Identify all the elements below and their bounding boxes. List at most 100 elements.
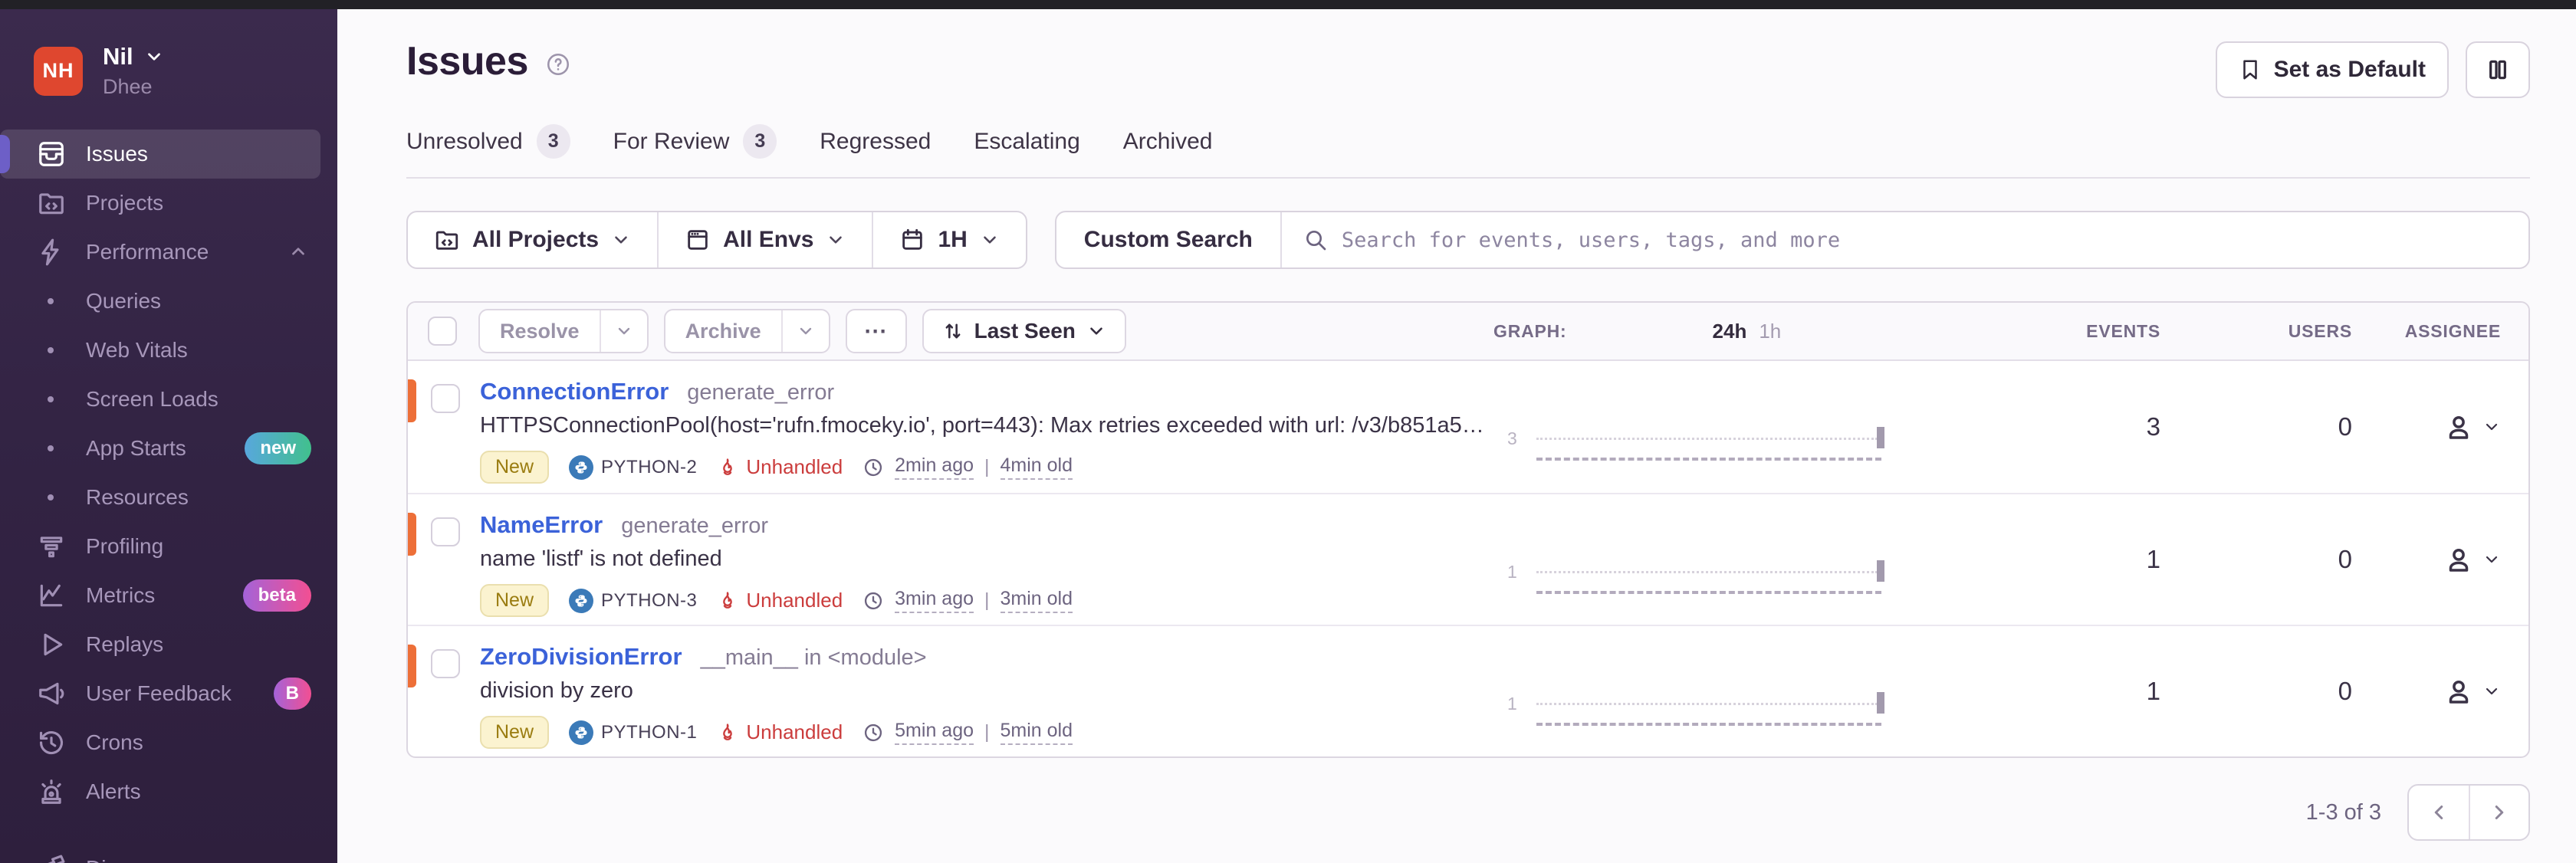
bullet-icon [48, 347, 54, 353]
status-badge: New [480, 451, 550, 484]
search-icon [1306, 231, 1326, 251]
person-icon [2449, 549, 2469, 572]
sidebar-item-label: Screen Loads [86, 387, 219, 411]
search-input[interactable] [1341, 228, 2507, 252]
chevron-down-icon [147, 53, 160, 61]
column-graph: GRAPH: [1493, 320, 1567, 341]
issue-message: division by zero [480, 678, 633, 703]
fire-icon [723, 458, 733, 475]
profiling-icon [37, 532, 86, 561]
tab-escalating[interactable]: Escalating [974, 124, 1079, 177]
page-title: Issues [406, 39, 528, 84]
row-checkbox[interactable] [431, 384, 460, 413]
issue-title-link[interactable]: ConnectionError [480, 378, 669, 405]
project-tag[interactable]: PYTHON-3 [569, 588, 697, 613]
archive-button[interactable]: Archive [663, 309, 830, 353]
prev-page-button[interactable] [2409, 786, 2469, 839]
new-badge: new [245, 432, 311, 464]
sidebar-item-crons[interactable]: Crons [0, 718, 337, 767]
custom-search-button[interactable]: Custom Search [1056, 212, 1282, 267]
b-badge: B [273, 678, 311, 710]
issue-sparkline: 1 [1493, 626, 1969, 756]
select-all-checkbox[interactable] [428, 317, 457, 346]
page-filter-bar: All Projects All Envs 1H [406, 211, 1027, 269]
resolve-button[interactable]: Resolve [478, 309, 649, 353]
sidebar-item-queries[interactable]: Queries [0, 277, 337, 326]
env-filter[interactable]: All Envs [657, 212, 872, 267]
assignee-selector[interactable] [2352, 411, 2528, 443]
python-icon [569, 454, 594, 480]
tab-count-badge: 3 [743, 124, 777, 159]
tab-for-review[interactable]: For Review 3 [613, 124, 777, 177]
bullet-icon [48, 445, 54, 451]
sidebar-item-metrics[interactable]: Metrics beta [0, 571, 337, 620]
issue-times: 5min ago | 5min old [863, 720, 1073, 745]
sidebar-item-label: Projects [86, 191, 164, 215]
graph-1h-toggle[interactable]: 1h [1759, 320, 1781, 343]
sidebar-item-user-feedback[interactable]: User Feedback B [0, 669, 337, 718]
set-as-default-button[interactable]: Set as Default [2215, 41, 2449, 98]
sidebar-nav: Issues Projects Performance Queries Web … [0, 130, 337, 863]
sidebar-item-projects[interactable]: Projects [0, 179, 337, 228]
tab-unresolved[interactable]: Unresolved 3 [406, 124, 570, 177]
sidebar-item-label: Performance [86, 240, 209, 264]
help-icon[interactable] [545, 51, 571, 77]
issue-title-link[interactable]: ZeroDivisionError [480, 643, 682, 671]
users-count: 0 [2338, 545, 2352, 573]
issue-title-link[interactable]: NameError [480, 511, 603, 539]
sidebar-item-discover[interactable]: Discover [0, 844, 337, 863]
graph-24h-toggle[interactable]: 24h [1713, 320, 1747, 343]
issue-culprit: generate_error [687, 380, 835, 405]
megaphone-icon [37, 679, 86, 708]
issue-tabs: Unresolved 3 For Review 3 Regressed Esca… [406, 124, 2530, 179]
search-bar-group: Custom Search [1054, 211, 2530, 269]
assignee-selector[interactable] [2352, 675, 2528, 707]
org-name: Nil [103, 43, 133, 70]
beta-badge: beta [242, 579, 311, 612]
tab-regressed[interactable]: Regressed [820, 124, 931, 177]
error-level-bar [408, 645, 416, 687]
issues-table: Resolve Archive ⋯ Last Seen GRAPH: 24h 1… [406, 301, 2530, 758]
row-checkbox[interactable] [431, 649, 460, 678]
chevron-down-icon[interactable] [780, 310, 829, 352]
sidebar-item-performance[interactable]: Performance [0, 228, 337, 277]
sidebar-item-label: Web Vitals [86, 338, 188, 362]
tab-archived[interactable]: Archived [1123, 124, 1213, 177]
bullet-icon [48, 396, 54, 402]
folder-code-icon [435, 231, 458, 250]
sidebar-item-profiling[interactable]: Profiling [0, 522, 337, 571]
sidebar-item-app-starts[interactable]: App Starts new [0, 424, 337, 473]
sidebar-item-label: App Starts [86, 436, 186, 460]
sidebar-item-resources[interactable]: Resources [0, 473, 337, 522]
sidebar: NH Nil Dhee Issues Projects Performance … [0, 9, 337, 863]
lightning-icon [37, 238, 86, 267]
row-checkbox[interactable] [431, 517, 460, 546]
sidebar-item-screen-loads[interactable]: Screen Loads [0, 375, 337, 424]
next-page-button[interactable] [2469, 786, 2528, 839]
sidebar-item-label: User Feedback [86, 681, 232, 705]
sidebar-item-web-vitals[interactable]: Web Vitals [0, 326, 337, 375]
org-switcher[interactable]: NH Nil Dhee [34, 43, 316, 99]
time-range-filter[interactable]: 1H [872, 212, 1025, 267]
project-tag[interactable]: PYTHON-1 [569, 720, 697, 745]
toggle-panel-button[interactable] [2466, 41, 2530, 98]
sidebar-item-alerts[interactable]: Alerts [0, 767, 337, 816]
project-tag[interactable]: PYTHON-2 [569, 454, 697, 480]
issue-culprit: generate_error [621, 514, 769, 538]
issue-row: ZeroDivisionError __main__ in <module> d… [408, 625, 2528, 756]
calendar-icon [902, 228, 923, 250]
events-count: 1 [2146, 545, 2160, 573]
chevron-down-icon[interactable] [599, 310, 647, 352]
sort-button[interactable]: Last Seen [922, 309, 1126, 353]
sidebar-item-issues[interactable]: Issues [0, 130, 320, 179]
project-filter[interactable]: All Projects [408, 212, 657, 267]
sidebar-item-replays[interactable]: Replays [0, 620, 337, 669]
fire-icon [723, 591, 733, 609]
status-badge: New [480, 716, 550, 749]
chevron-up-icon[interactable] [288, 242, 308, 262]
chevron-down-icon [830, 236, 843, 244]
assignee-selector[interactable] [2352, 543, 2528, 576]
error-level-bar [408, 379, 416, 422]
more-actions-button[interactable]: ⋯ [845, 309, 907, 353]
